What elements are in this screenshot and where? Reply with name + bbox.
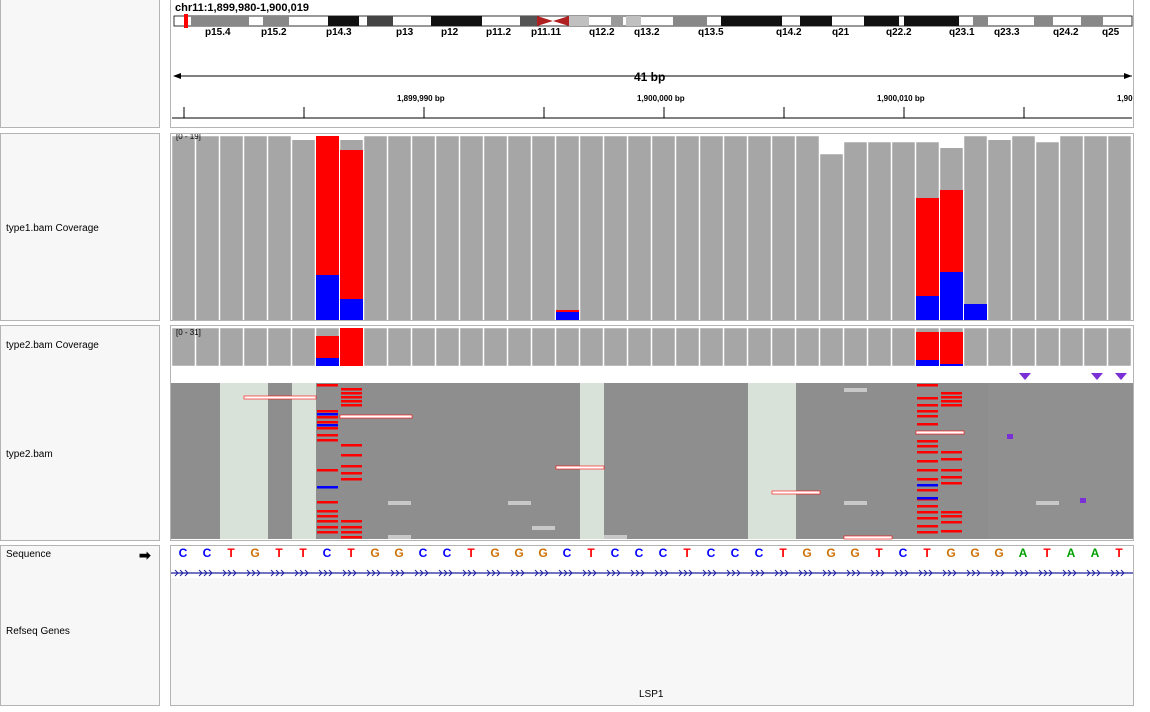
sequence-base: C bbox=[754, 546, 764, 560]
sequence-refseq-track[interactable]: LSP1 bbox=[170, 545, 1134, 706]
sequence-base: T bbox=[1043, 546, 1051, 560]
ideogram-band-q13.2[interactable]: q13.2 bbox=[634, 27, 660, 38]
sequence-base: G bbox=[946, 546, 956, 560]
sequence-base: C bbox=[418, 546, 428, 560]
ideogram-band-p11.11[interactable]: p11.11 bbox=[531, 27, 561, 38]
sequence-base: C bbox=[610, 546, 620, 560]
sequence-base: G bbox=[538, 546, 548, 560]
sequence-label: Sequence bbox=[6, 549, 52, 560]
sequence-base: C bbox=[658, 546, 668, 560]
sequence-base: G bbox=[514, 546, 524, 560]
type1-coverage-label-panel: type1.bam Coverage bbox=[0, 133, 160, 321]
ideogram-band-q21[interactable]: q21 bbox=[832, 27, 849, 38]
ideogram-band-p11.2[interactable]: p11.2 bbox=[486, 27, 511, 38]
ideogram-band-q13.5[interactable]: q13.5 bbox=[698, 27, 724, 38]
sequence-base: T bbox=[275, 546, 283, 560]
refseq-label: Refseq Genes bbox=[6, 626, 70, 637]
sequence-base: G bbox=[850, 546, 860, 560]
ideogram-band-q12.2[interactable]: q12.2 bbox=[589, 27, 615, 38]
sequence-base: G bbox=[394, 546, 404, 560]
ideogram-band-p13[interactable]: p13 bbox=[396, 27, 413, 38]
sequence-base: T bbox=[683, 546, 691, 560]
sequence-base: G bbox=[994, 546, 1004, 560]
type2-coverage-scale: [0 - 31] bbox=[176, 328, 201, 337]
type2-track[interactable]: [0 - 31] bbox=[170, 325, 1134, 541]
sequence-base: T bbox=[587, 546, 595, 560]
position-label: 1,900,000 bp bbox=[637, 94, 685, 103]
sequence-base: C bbox=[442, 546, 452, 560]
type2-reads-label: type2.bam bbox=[6, 449, 53, 460]
locus-title: chr11:1,899,980-1,900,019 bbox=[175, 2, 309, 14]
type1-coverage-track[interactable]: [0 - 19] bbox=[170, 133, 1134, 321]
ideogram-band-q23.3[interactable]: q23.3 bbox=[994, 27, 1020, 38]
sequence-base: T bbox=[299, 546, 307, 560]
sequence-base: G bbox=[490, 546, 500, 560]
sequence-base: C bbox=[322, 546, 332, 560]
sequence-base: T bbox=[923, 546, 931, 560]
ideogram-band-p15.4[interactable]: p15.4 bbox=[205, 27, 231, 38]
sequence-base: C bbox=[562, 546, 572, 560]
sequence-base: T bbox=[1115, 546, 1123, 560]
sequence-base: C bbox=[706, 546, 716, 560]
ideogram-band-p14.3[interactable]: p14.3 bbox=[326, 27, 352, 38]
header-left-panel bbox=[0, 0, 160, 128]
ideogram[interactable] bbox=[171, 0, 1134, 128]
sequence-base: G bbox=[250, 546, 260, 560]
sequence-base: A bbox=[1018, 546, 1028, 560]
position-label: 1,900,010 bp bbox=[877, 94, 925, 103]
sequence-base: C bbox=[898, 546, 908, 560]
sequence-label-panel: Sequence ➡ Refseq Genes bbox=[0, 545, 160, 706]
ideogram-band-q24.2[interactable]: q24.2 bbox=[1053, 27, 1079, 38]
ideogram-band-q22.2[interactable]: q22.2 bbox=[886, 27, 912, 38]
sequence-base: T bbox=[875, 546, 883, 560]
ideogram-band-p12[interactable]: p12 bbox=[441, 27, 458, 38]
sequence-base: C bbox=[202, 546, 212, 560]
sequence-base: A bbox=[1066, 546, 1076, 560]
gene-label[interactable]: LSP1 bbox=[639, 689, 663, 700]
span-label: 41 bp bbox=[630, 70, 670, 84]
ideogram-band-p15.2[interactable]: p15.2 bbox=[261, 27, 287, 38]
type1-coverage-scale: [0 - 19] bbox=[176, 133, 201, 141]
sequence-base: A bbox=[1090, 546, 1100, 560]
sequence-base: C bbox=[730, 546, 740, 560]
ideogram-band-q14.2[interactable]: q14.2 bbox=[776, 27, 802, 38]
sequence-base: C bbox=[178, 546, 188, 560]
position-label: 1,90 bbox=[1117, 94, 1133, 103]
sequence-base: T bbox=[347, 546, 355, 560]
ideogram-ruler-panel[interactable] bbox=[170, 0, 1134, 128]
ideogram-band-q23.1[interactable]: q23.1 bbox=[949, 27, 975, 38]
sequence-base: T bbox=[467, 546, 475, 560]
type2-label-panel: type2.bam Coverage type2.bam bbox=[0, 325, 160, 541]
position-label: 1,899,990 bp bbox=[397, 94, 445, 103]
sequence-base: T bbox=[227, 546, 235, 560]
sequence-base: G bbox=[970, 546, 980, 560]
sequence-base: G bbox=[826, 546, 836, 560]
strand-arrow-icon[interactable]: ➡ bbox=[139, 547, 151, 564]
type2-coverage-label: type2.bam Coverage bbox=[6, 340, 99, 351]
sequence-base: G bbox=[370, 546, 380, 560]
type1-coverage-label: type1.bam Coverage bbox=[6, 223, 99, 234]
sequence-base: T bbox=[779, 546, 787, 560]
ideogram-band-q25[interactable]: q25 bbox=[1102, 27, 1119, 38]
sequence-base: G bbox=[802, 546, 812, 560]
sequence-base: C bbox=[634, 546, 644, 560]
